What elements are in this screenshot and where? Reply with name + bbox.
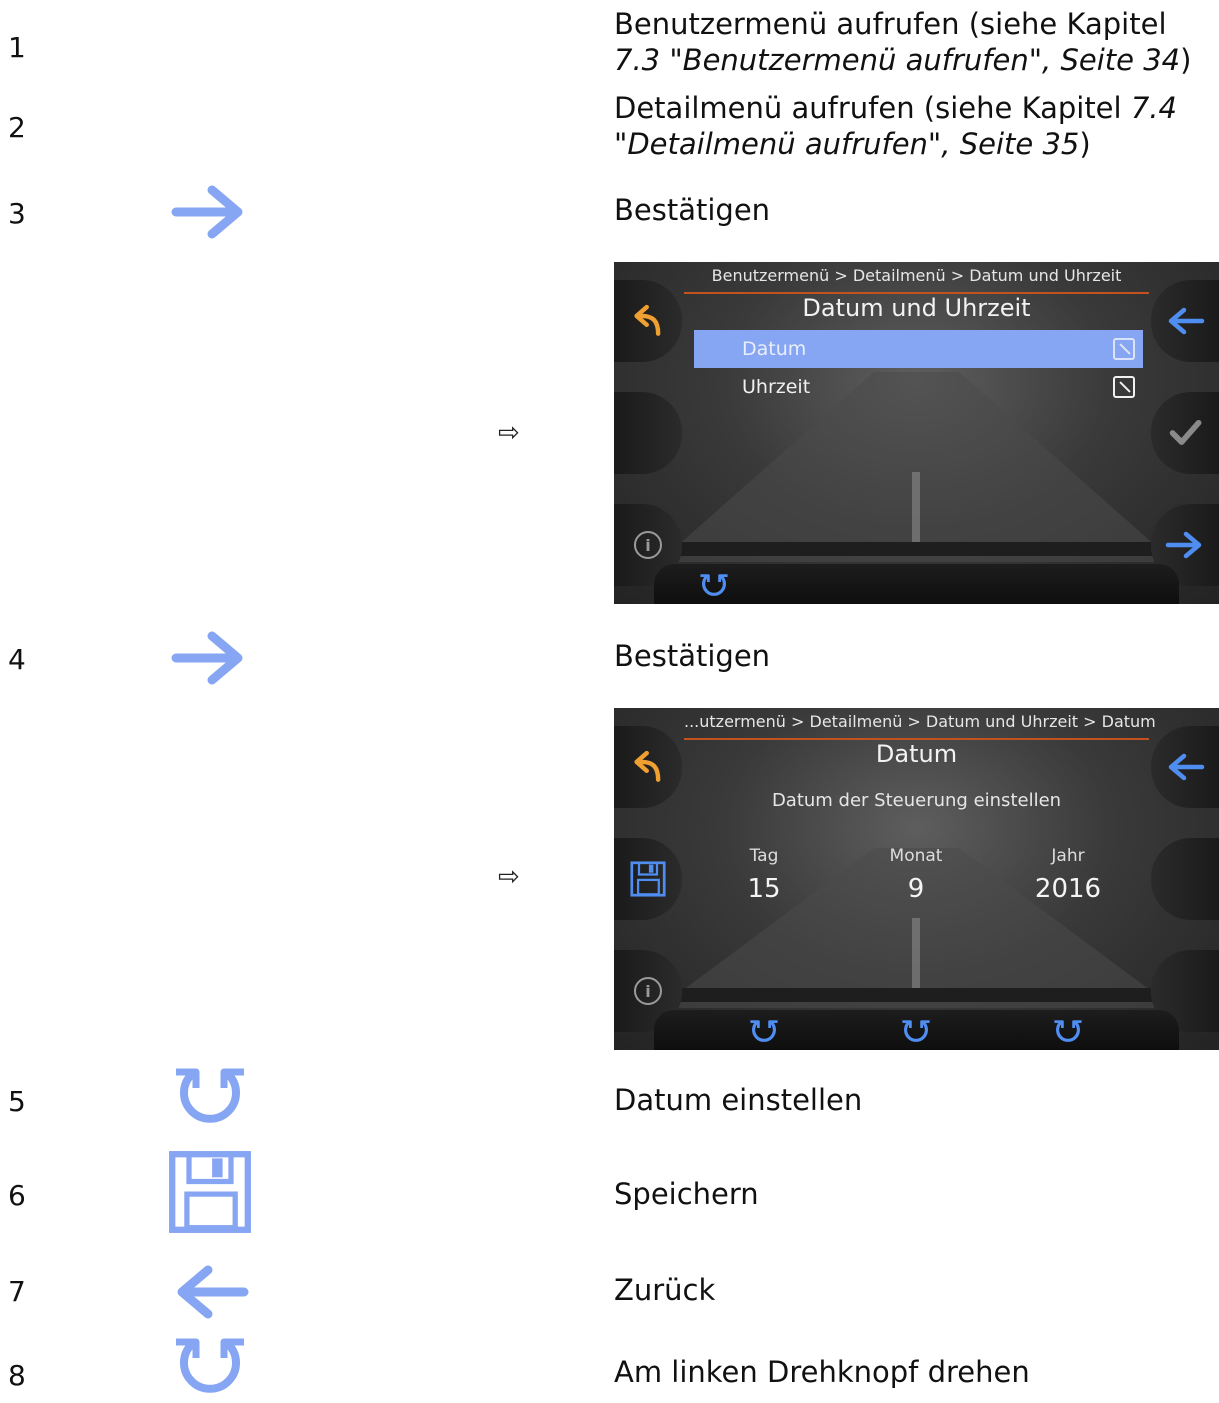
save-floppy-icon [160, 1150, 260, 1234]
result-arrow-icon: ⇨ [498, 862, 520, 892]
day-field[interactable]: Tag 15 [684, 846, 844, 904]
breadcrumb: Benutzermenü > Detailmenü > Datum und Uh… [711, 266, 1122, 285]
rotate-knob-icon[interactable] [748, 1018, 780, 1050]
confirm-button[interactable] [1151, 392, 1219, 474]
step-3-text: Bestätigen [614, 193, 771, 227]
step-number: 8 [8, 1359, 26, 1392]
month-value: 9 [907, 874, 925, 904]
year-field[interactable]: Jahr 2016 [988, 846, 1148, 904]
step-7-text: Zurück [614, 1273, 716, 1307]
arrow-left-icon [160, 1262, 260, 1322]
edit-icon [1113, 338, 1135, 360]
month-label: Monat [889, 846, 943, 866]
rotate-knob-icon [160, 1066, 260, 1130]
info-icon: i [634, 531, 662, 559]
breadcrumb: ...utzermenü > Detailmenü > Datum und Uh… [684, 712, 1156, 731]
day-value: 15 [747, 874, 781, 904]
step-1-text: Benutzermenü aufrufen (siehe Kapitel 7.3… [614, 7, 1192, 77]
edit-icon [1113, 376, 1135, 398]
year-value: 2016 [1034, 874, 1102, 904]
step-number: 4 [8, 643, 26, 676]
knob-bar [654, 564, 1179, 604]
rotate-knob-icon[interactable] [698, 572, 730, 604]
year-label: Jahr [1051, 846, 1085, 866]
step-number: 6 [8, 1179, 26, 1212]
arrow-right-icon [160, 628, 260, 688]
day-label: Tag [749, 846, 779, 866]
step-number: 5 [8, 1085, 26, 1118]
step-8-text: Am linken Drehknopf drehen [614, 1355, 1030, 1389]
menu-item-uhrzeit[interactable]: Uhrzeit [694, 368, 1143, 406]
step-number: 2 [8, 111, 26, 144]
rotate-knob-icon[interactable] [900, 1018, 932, 1050]
return-button[interactable] [1151, 280, 1219, 362]
step-2-text: Detailmenü aufrufen (siehe Kapitel 7.4 "… [614, 91, 1177, 161]
step-number: 7 [8, 1275, 26, 1308]
month-field[interactable]: Monat 9 [836, 846, 996, 904]
step-5-text: Datum einstellen [614, 1083, 863, 1117]
step-number: 3 [8, 197, 26, 230]
display-screenshot-date-setting: i ...utzermenü > Detailmenü > Datum und … [614, 708, 1219, 1050]
right-middle-button[interactable] [1151, 838, 1219, 920]
step-4-text: Bestätigen [614, 639, 771, 673]
screen-title: Datum und Uhrzeit [802, 294, 1031, 322]
return-button[interactable] [1151, 726, 1219, 808]
chapter-reference[interactable]: 7.3 "Benutzermenü aufrufen", Seite 34 [614, 43, 1180, 77]
screen-title: Datum [875, 740, 958, 768]
rotate-knob-icon [160, 1336, 260, 1400]
step-number: 1 [8, 31, 26, 64]
result-arrow-icon: ⇨ [498, 418, 520, 448]
screen-subtitle: Datum der Steuerung einstellen [771, 790, 1062, 811]
rotate-knob-icon[interactable] [1052, 1018, 1084, 1050]
info-icon: i [634, 977, 662, 1005]
menu-item-datum[interactable]: Datum [694, 330, 1143, 368]
arrow-right-icon [160, 182, 260, 242]
display-screenshot-date-time-menu: i Benutzermenü > Detailmenü > Datum und … [614, 262, 1219, 604]
step-6-text: Speichern [614, 1177, 759, 1211]
